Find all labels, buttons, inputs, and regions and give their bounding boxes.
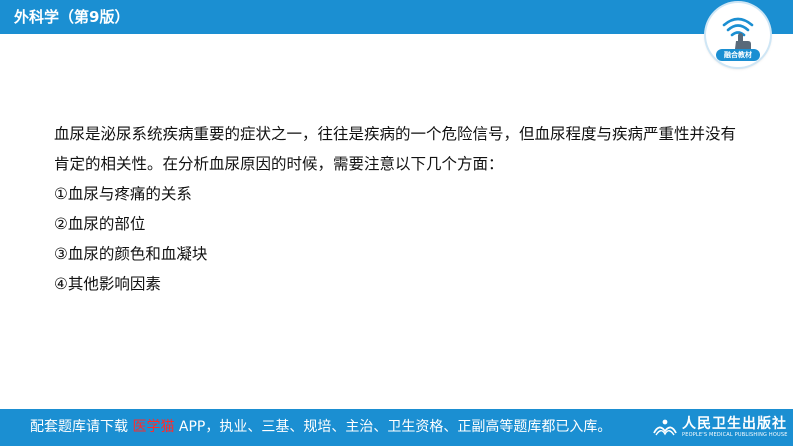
- fusion-textbook-badge: 融合教材: [706, 3, 770, 67]
- publisher-name: 人民卫生出版社: [682, 416, 787, 432]
- footer-text-before: 配套题库请下载: [30, 419, 128, 435]
- list-item: ④其他影响因素: [54, 275, 161, 293]
- publisher-logo: 人民卫生出版社 PEOPLE'S MEDICAL PUBLISHING HOUS…: [652, 411, 788, 444]
- app-name-highlight: 医学猫: [132, 419, 175, 435]
- footer-text-after: APP，执业、三基、规培、主治、卫生资格、正副高等题库都已入库。: [178, 419, 612, 435]
- header-bar: 外科学（第9版）: [0, 0, 793, 34]
- footer-bar: 配套题库请下载 医学猫 APP，执业、三基、规培、主治、卫生资格、正副高等题库都…: [0, 409, 793, 446]
- list-item: ②血尿的部位: [54, 215, 146, 233]
- list-item: ③血尿的颜色和血凝块: [54, 245, 208, 263]
- badge-label: 融合教材: [716, 49, 760, 61]
- page-title: 外科学（第9版）: [14, 8, 130, 26]
- slide-content: 血尿是泌尿系统疾病重要的症状之一，往往是疾病的一个危险信号，但血尿程度与疾病严重…: [54, 119, 744, 299]
- publisher-english-name: PEOPLE'S MEDICAL PUBLISHING HOUSE: [682, 432, 788, 438]
- intro-paragraph: 血尿是泌尿系统疾病重要的症状之一，往往是疾病的一个危险信号，但血尿程度与疾病严重…: [54, 125, 737, 173]
- list-item: ①血尿与疼痛的关系: [54, 185, 192, 203]
- footer-notice: 配套题库请下载 医学猫 APP，执业、三基、规培、主治、卫生资格、正副高等题库都…: [30, 417, 611, 437]
- publisher-book-icon: [653, 419, 677, 436]
